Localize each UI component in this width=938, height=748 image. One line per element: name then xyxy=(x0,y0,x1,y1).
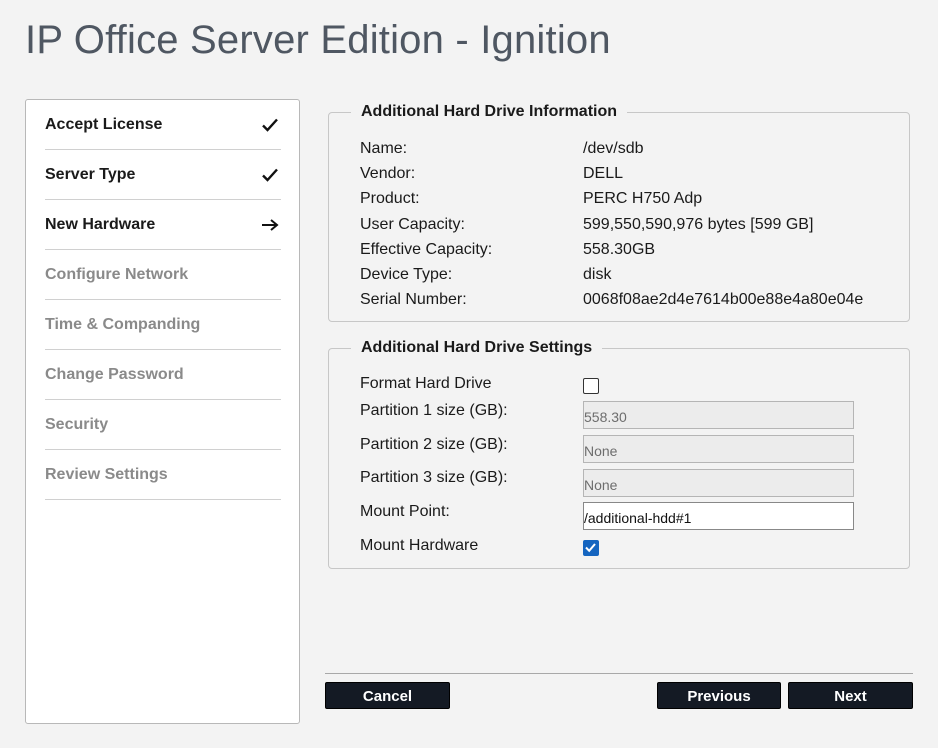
partition1-field[interactable] xyxy=(583,401,854,429)
next-button[interactable]: Next xyxy=(788,682,913,709)
info-value-product: PERC H750 Adp xyxy=(583,190,703,207)
step-security: Security xyxy=(45,400,281,450)
panel-legend: Additional Hard Drive Settings xyxy=(351,339,603,357)
partition1-label: Partition 1 size (GB): xyxy=(360,402,508,419)
info-value-device-type: disk xyxy=(583,266,612,283)
step-configure-network: Configure Network xyxy=(45,250,281,300)
info-value-user-capacity: 599,550,590,976 bytes [599 GB] xyxy=(583,216,814,233)
info-value-serial-number: 0068f08ae2d4e7614b00e88e4a80e04e xyxy=(583,291,864,308)
partition3-field[interactable] xyxy=(583,469,854,497)
mount-hardware-label: Mount Hardware xyxy=(360,537,479,554)
info-value-effective-capacity: 558.30GB xyxy=(583,241,656,258)
step-accept-license: Accept License xyxy=(45,100,281,150)
step-label: Security xyxy=(45,415,109,433)
info-label-device-type: Device Type: xyxy=(360,266,453,283)
partition2-label: Partition 2 size (GB): xyxy=(360,436,508,453)
format-hard-drive-label: Format Hard Drive xyxy=(360,375,492,392)
info-value-name: /dev/sdb xyxy=(583,140,644,157)
step-change-password: Change Password xyxy=(45,350,281,400)
info-label-name: Name: xyxy=(360,140,408,157)
step-label: Review Settings xyxy=(45,465,168,483)
info-label-serial-number: Serial Number: xyxy=(360,291,467,308)
info-label-user-capacity: User Capacity: xyxy=(360,216,465,233)
step-review-settings: Review Settings xyxy=(45,450,281,500)
checkmark-icon xyxy=(261,167,281,183)
step-new-hardware: New Hardware xyxy=(45,200,281,250)
mount-hardware-checkbox[interactable] xyxy=(583,540,599,556)
step-label: Time & Companding xyxy=(45,315,201,333)
hard-drive-info-panel: Additional Hard Drive Information Name: … xyxy=(328,103,910,322)
app-title: IP Office Server Edition - Ignition xyxy=(25,18,611,62)
step-time-companding: Time & Companding xyxy=(45,300,281,350)
format-hard-drive-checkbox[interactable] xyxy=(583,378,599,394)
info-label-product: Product: xyxy=(360,190,420,207)
partition3-label: Partition 3 size (GB): xyxy=(360,469,508,486)
checkmark-icon xyxy=(585,543,596,553)
step-label: Accept License xyxy=(45,115,163,133)
checkmark-icon xyxy=(261,117,281,133)
step-label: Configure Network xyxy=(45,265,189,283)
wizard-steps-sidebar: Accept License Server Type New Hardware … xyxy=(25,99,300,724)
step-label: Change Password xyxy=(45,365,184,383)
partition2-field[interactable] xyxy=(583,435,854,463)
arrow-right-icon xyxy=(261,218,281,232)
info-label-effective-capacity: Effective Capacity: xyxy=(360,241,493,258)
step-server-type: Server Type xyxy=(45,150,281,200)
panel-legend: Additional Hard Drive Information xyxy=(351,103,628,121)
info-label-vendor: Vendor: xyxy=(360,165,416,182)
mount-point-label: Mount Point: xyxy=(360,503,450,520)
cancel-button[interactable]: Cancel xyxy=(325,682,450,709)
step-label: New Hardware xyxy=(45,215,156,233)
mount-point-field[interactable] xyxy=(583,502,854,530)
hard-drive-settings-panel: Additional Hard Drive Settings Format Ha… xyxy=(328,339,910,569)
previous-button[interactable]: Previous xyxy=(657,682,781,709)
footer-divider xyxy=(325,673,913,674)
step-label: Server Type xyxy=(45,165,136,183)
info-value-vendor: DELL xyxy=(583,165,624,182)
